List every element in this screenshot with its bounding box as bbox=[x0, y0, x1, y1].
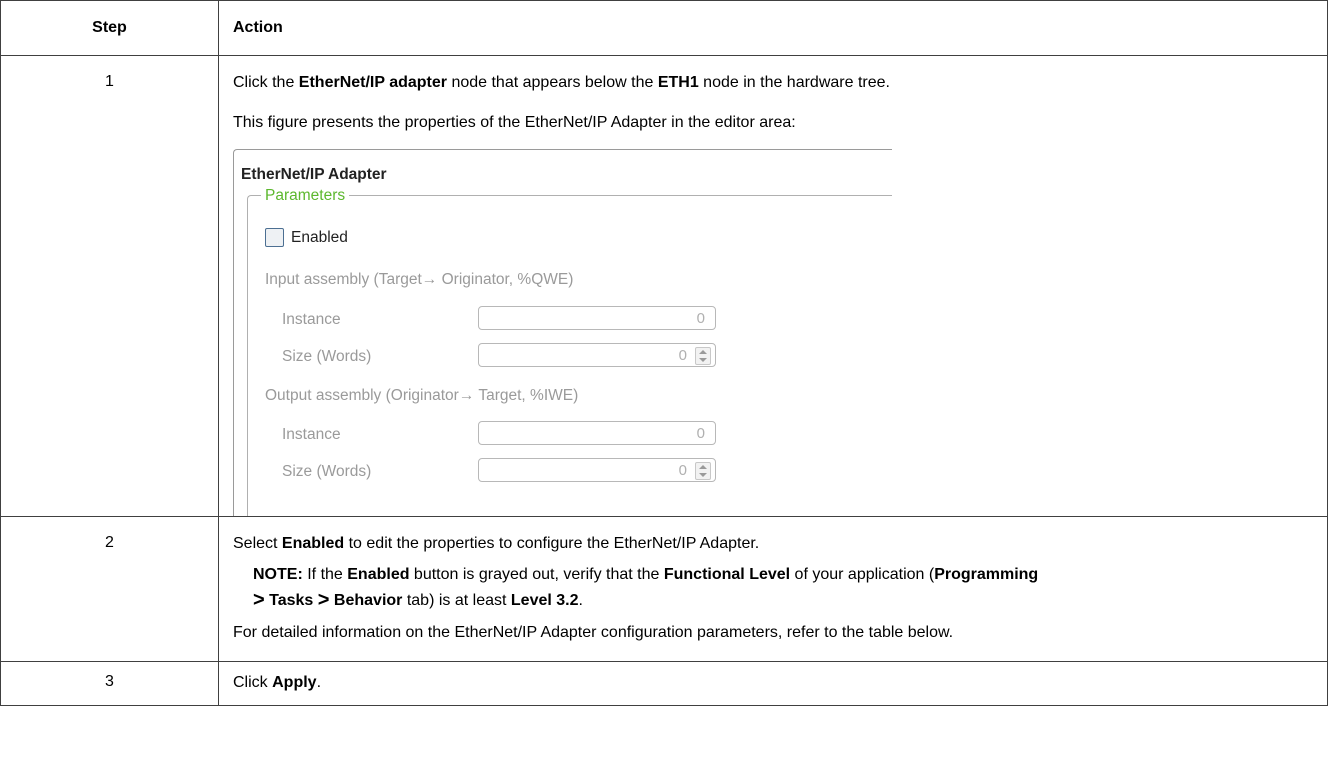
ui-term: Functional Level bbox=[663, 566, 791, 583]
parameters-group-label: Parameters bbox=[261, 186, 350, 206]
figure-caption: This figure presents the properties of t… bbox=[233, 114, 796, 131]
ui-term: Programming bbox=[934, 566, 1039, 583]
action-cell: Select Enabled to edit the properties to… bbox=[218, 516, 1328, 662]
text: of your application ( bbox=[790, 566, 935, 583]
text: If the bbox=[302, 566, 348, 583]
text: . bbox=[316, 674, 322, 691]
input-size-label: Size (Words) bbox=[282, 348, 372, 365]
text: to edit the properties to configure the … bbox=[344, 535, 760, 552]
output-assembly-heading: Output assembly (Originator→ Target, %IW… bbox=[265, 387, 579, 404]
ui-term: Enabled bbox=[281, 535, 345, 552]
up-down-spinner-icon[interactable] bbox=[695, 347, 711, 365]
note: NOTE: If the Enabled button is grayed ou… bbox=[253, 562, 1313, 613]
table-row: 3 Click Apply. bbox=[0, 661, 1328, 706]
text: Select bbox=[233, 535, 282, 552]
text: node in the hardware tree. bbox=[698, 74, 890, 91]
action-paragraph: Click Apply. bbox=[233, 673, 1313, 693]
input-size-value: 0 bbox=[678, 347, 687, 364]
output-size-label: Size (Words) bbox=[282, 463, 372, 480]
action-paragraph: For detailed information on the EtherNet… bbox=[233, 624, 954, 641]
output-size-value: 0 bbox=[678, 462, 687, 479]
editor-figure: EtherNet/IP Adapter Parameters Enabled I… bbox=[233, 149, 892, 516]
ui-term: Apply bbox=[272, 674, 317, 691]
step-number: 2 bbox=[0, 516, 219, 662]
input-instance-field[interactable]: 0 bbox=[478, 306, 716, 330]
text: tab) is at least bbox=[402, 592, 511, 609]
ui-term: Behavior bbox=[333, 592, 403, 609]
menu-separator: > bbox=[317, 589, 330, 611]
ui-term: ETH1 bbox=[657, 74, 699, 91]
ui-term: EtherNet/IP adapter bbox=[298, 74, 447, 91]
output-instance-label: Instance bbox=[282, 426, 341, 443]
action-cell: Click Apply. bbox=[218, 661, 1328, 706]
header-action: Action bbox=[218, 0, 1328, 56]
action-paragraph: Click the EtherNet/IP adapter node that … bbox=[233, 73, 1313, 93]
ui-term: Level 3.2 bbox=[510, 592, 579, 609]
table-header-row: Step Action bbox=[0, 0, 1328, 56]
menu-separator: > bbox=[253, 589, 265, 611]
step-number: 3 bbox=[0, 661, 219, 706]
action-cell: Click the EtherNet/IP adapter node that … bbox=[218, 55, 1328, 517]
steps-table: Step Action 1 Click the EtherNet/IP adap… bbox=[0, 0, 1328, 706]
output-size-spinner[interactable]: 0 bbox=[478, 458, 716, 482]
figure-frame bbox=[233, 149, 892, 158]
input-instance-label: Instance bbox=[282, 311, 341, 328]
up-down-spinner-icon[interactable] bbox=[695, 462, 711, 480]
output-instance-field[interactable]: 0 bbox=[478, 421, 716, 445]
step-number: 1 bbox=[0, 55, 219, 517]
text: . bbox=[578, 592, 583, 609]
adapter-title: EtherNet/IP Adapter bbox=[241, 166, 387, 183]
input-assembly-heading: Input assembly (Target→ Originator, %QWE… bbox=[265, 271, 574, 288]
table-row: 2 Select Enabled to edit the properties … bbox=[0, 516, 1328, 662]
action-paragraph: Select Enabled to edit the properties to… bbox=[233, 534, 1313, 554]
text: node that appears below the bbox=[447, 74, 658, 91]
header-step: Step bbox=[0, 0, 219, 56]
text: button is grayed out, verify that the bbox=[409, 566, 664, 583]
figure-frame-edge bbox=[233, 153, 234, 516]
table-row: 1 Click the EtherNet/IP adapter node tha… bbox=[0, 55, 1328, 517]
ui-term: Tasks bbox=[269, 592, 314, 609]
input-size-spinner[interactable]: 0 bbox=[478, 343, 716, 367]
text: Click the bbox=[233, 74, 299, 91]
ui-term: Enabled bbox=[347, 566, 410, 583]
enabled-checkbox[interactable] bbox=[265, 228, 284, 247]
enabled-checkbox-label[interactable]: Enabled bbox=[291, 228, 348, 248]
note-label: NOTE: bbox=[253, 566, 303, 583]
text: Click bbox=[233, 674, 273, 691]
